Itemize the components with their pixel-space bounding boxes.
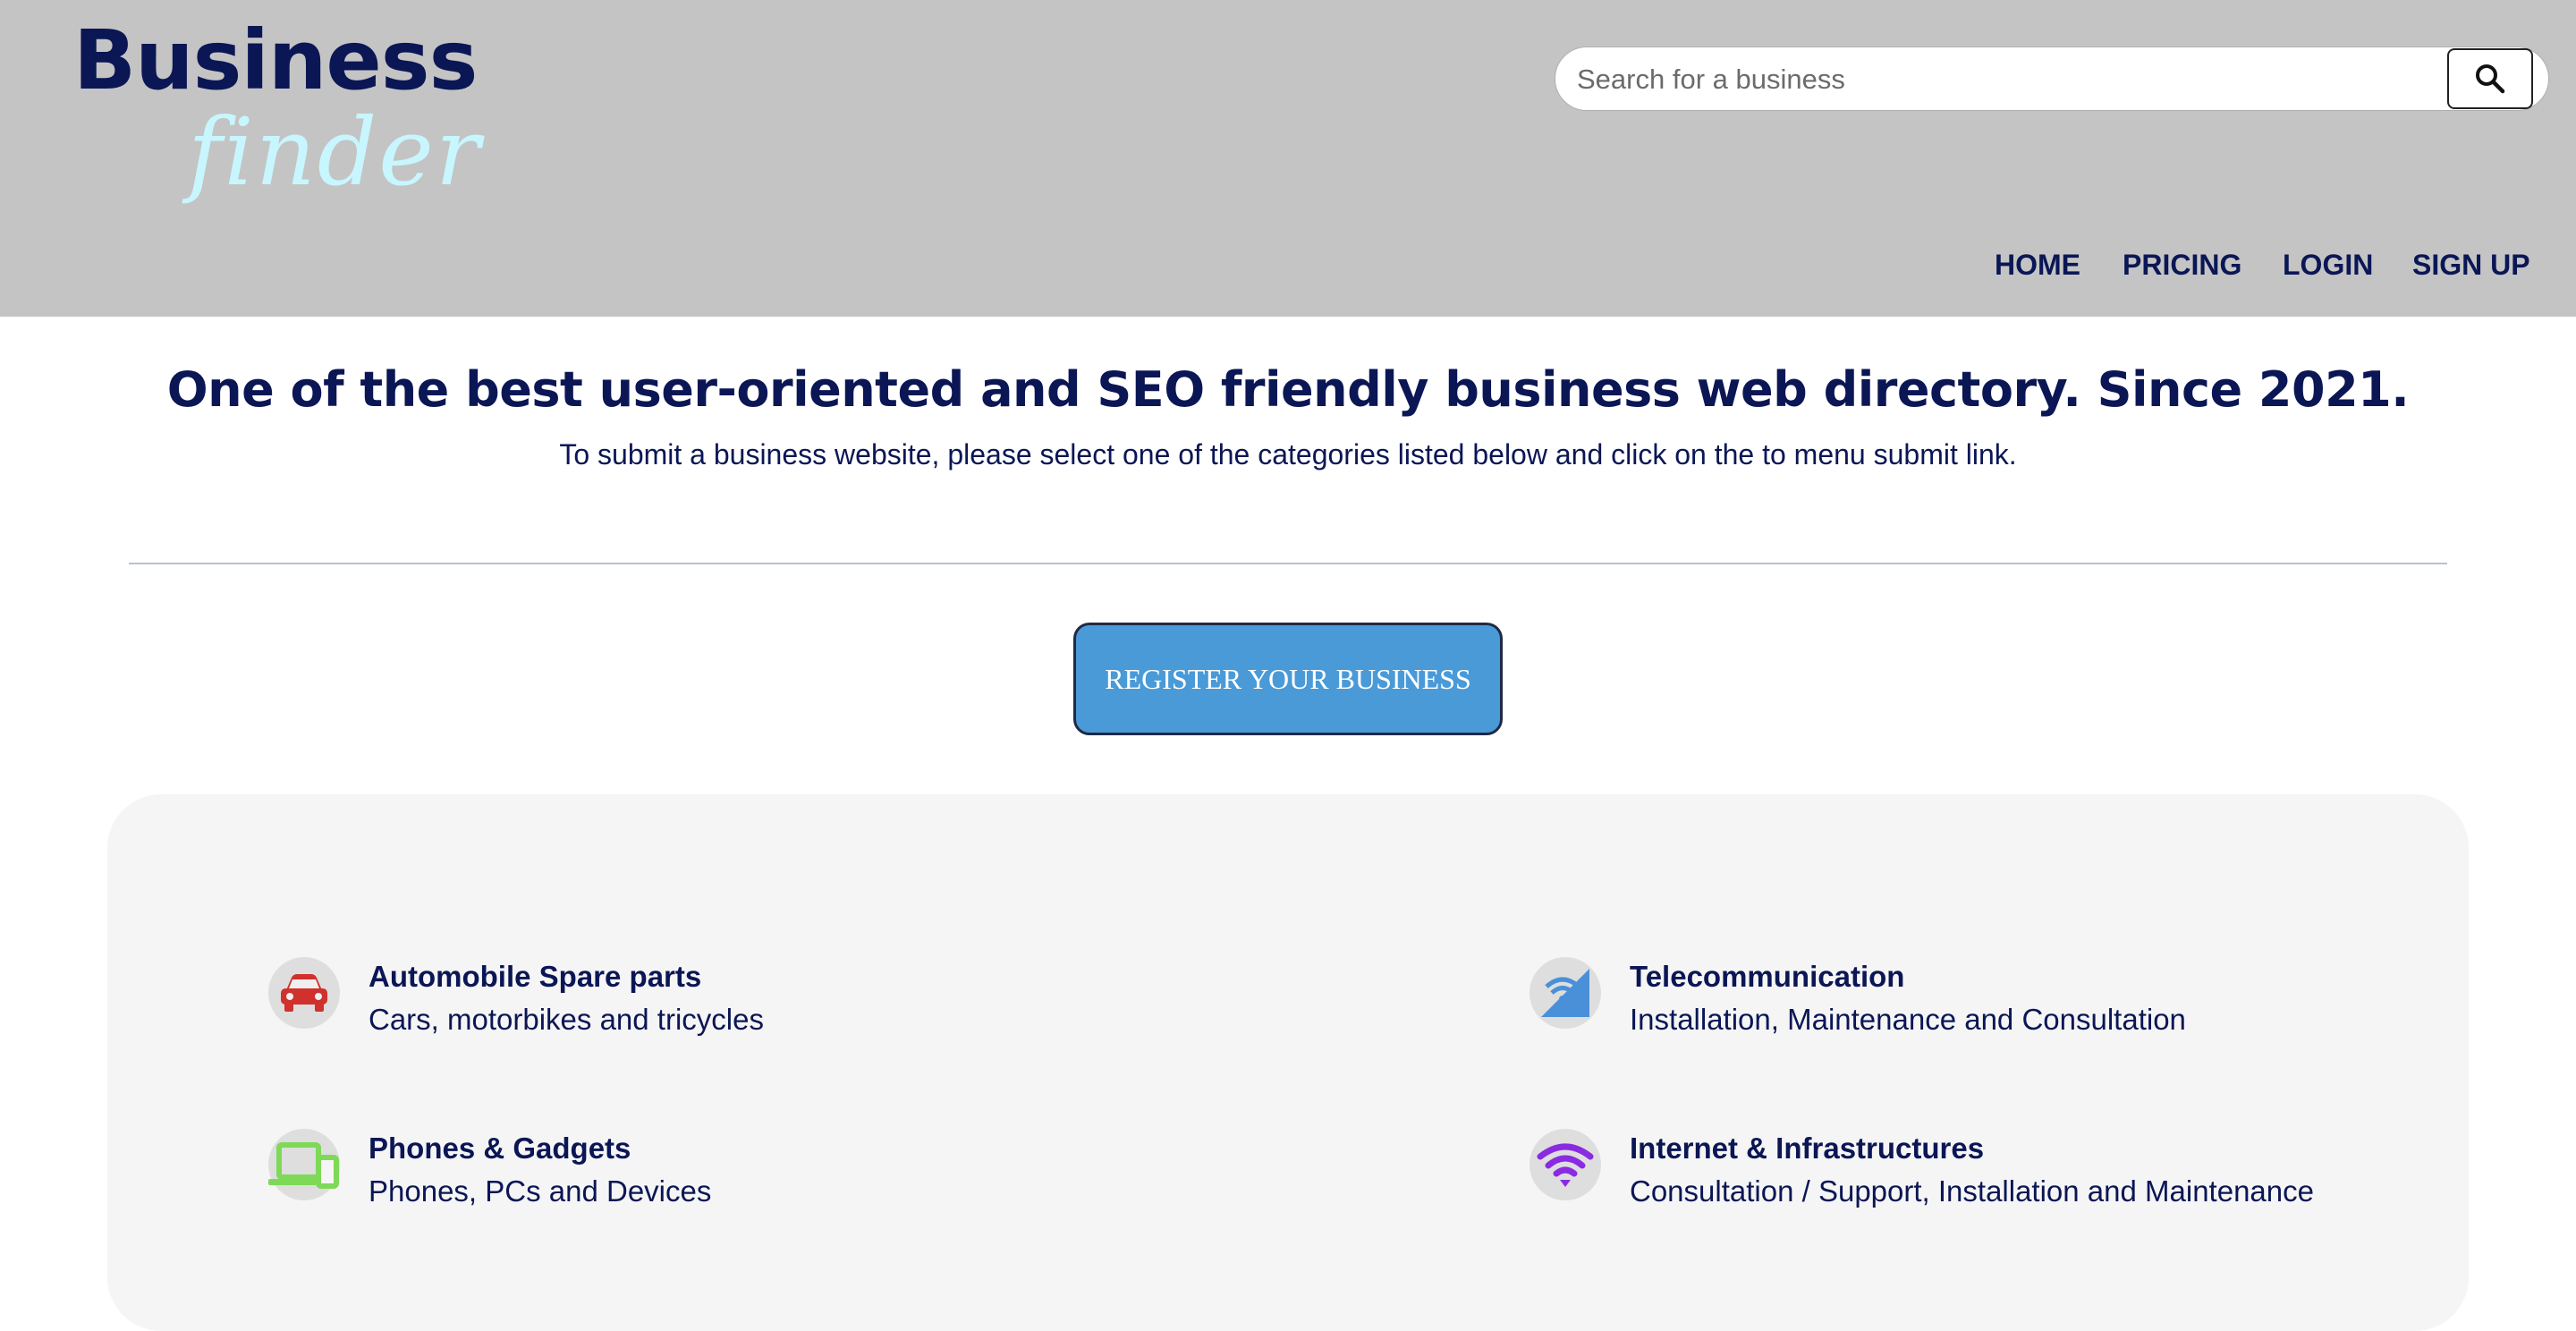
logo-business-text[interactable]: Business xyxy=(73,20,478,102)
category-desc: Consultation / Support, Installation and… xyxy=(1630,1174,2314,1208)
category-title[interactable]: Automobile Spare parts xyxy=(369,960,701,994)
nav-home[interactable]: HOME xyxy=(1995,249,2080,288)
category-title[interactable]: Telecommunication xyxy=(1630,960,1904,994)
divider xyxy=(129,563,2447,564)
category-title[interactable]: Phones & Gadgets xyxy=(369,1132,631,1166)
nav-login[interactable]: LOGIN xyxy=(2283,249,2373,288)
search-input[interactable] xyxy=(1575,47,2384,112)
category-desc: Installation, Maintenance and Consultati… xyxy=(1630,1003,2186,1036)
car-icon xyxy=(268,957,340,1029)
nav-sign-up[interactable]: SIGN UP xyxy=(2412,249,2530,288)
search-icon xyxy=(2472,61,2508,97)
site-header: Business finder HOME PRICING LOGIN SIGN … xyxy=(0,0,2576,317)
wifi-icon xyxy=(1530,1129,1601,1200)
register-business-button[interactable]: REGISTER YOUR BUSINESS xyxy=(1073,623,1503,735)
nav-pricing[interactable]: PRICING xyxy=(2123,249,2241,288)
category-desc: Cars, motorbikes and tricycles xyxy=(369,1003,764,1036)
logo-finder-text[interactable]: finder xyxy=(188,106,482,199)
category-desc: Phones, PCs and Devices xyxy=(369,1174,712,1208)
search-button[interactable] xyxy=(2447,48,2533,109)
search-bar xyxy=(1555,47,2549,112)
devices-icon xyxy=(268,1129,340,1200)
category-title[interactable]: Internet & Infrastructures xyxy=(1630,1132,1984,1166)
page-headline: One of the best user-oriented and SEO fr… xyxy=(166,361,2410,418)
categories-panel xyxy=(107,794,2469,1331)
page-subheadline: To submit a business website, please sel… xyxy=(559,438,2017,471)
signal-icon xyxy=(1530,957,1601,1029)
